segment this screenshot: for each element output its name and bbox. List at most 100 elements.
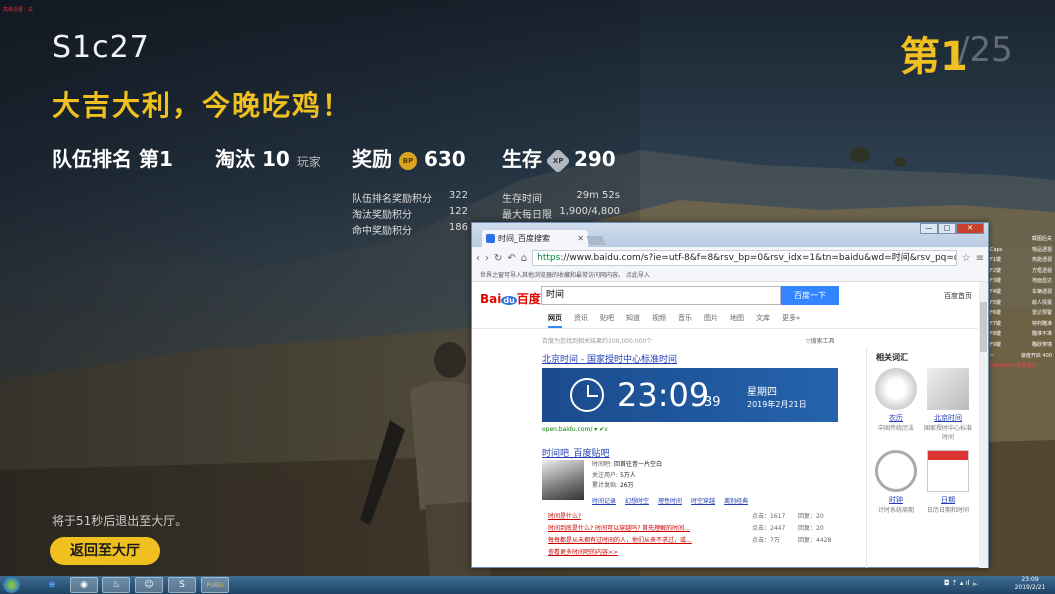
lunar-calendar-icon [875,368,917,410]
tab-web[interactable]: 网页 [548,313,562,328]
clock-time: 23:09 [617,376,710,414]
new-tab-button[interactable] [586,236,606,245]
browser-tab[interactable]: 时间_百度搜索 ✕ [482,230,588,247]
related-name: 农历 [889,414,903,422]
bookmark-star-icon[interactable]: ☆ [962,253,971,264]
xp-value: 290 [573,147,616,171]
match-id: S1c27 [52,30,150,65]
hotkey-key: Caps [990,246,1003,253]
system-tray[interactable]: ◘ ⇡ ▴ ıl 🔈 [944,579,980,587]
tab-music[interactable]: 音乐 [678,313,692,328]
tab-wenku[interactable]: 文库 [756,313,770,328]
reload-icon[interactable]: ↻ [494,253,502,264]
related-item[interactable]: 日期 日历日期和时间 [924,450,972,514]
kills-unit: 玩家 [296,155,321,169]
url-scheme: https [537,253,561,263]
hotkey-desc: 地面显达 [1031,278,1052,285]
scrollbar-thumb[interactable] [980,302,987,352]
tieba-sublink[interactable]: 时间记录 [592,496,616,505]
baidu-favicon-icon [486,234,495,243]
taskbar-clock[interactable]: 23:09 2019/2/21 [1012,576,1048,592]
minimize-button[interactable]: — [920,223,938,234]
hotkey-desc: 速度开启 400 [1020,352,1052,359]
related-desc: 日历日期和时间 [926,507,969,514]
thread-link[interactable]: 时间到底是什么? 时间可以穿越吗? 首先理解的时间... [548,523,752,535]
logo-paw-icon: du [501,296,517,305]
tieba-sublink[interactable]: 理性时间 [658,496,682,505]
hotkey-desc: 瞄跃穿墙 [1031,341,1052,348]
hotkey-row: F5键 敌人情报 [990,298,1052,309]
hotkey-row: F7键 特判瞄准 [990,319,1052,330]
close-button[interactable]: ✕ [956,223,984,234]
breakdown-label: 最大每日限制 [502,210,552,236]
hotkey-row: ~ 速度开启 400 [990,351,1052,362]
thread-link[interactable]: 每每都是从未拥有过时间的人，他们从来不求过，或... [548,535,752,547]
reward-label: 奖励 [352,147,392,171]
more-threads-link[interactable]: 查看更多时间吧的内容>> [548,547,838,559]
thread-row: 时间是什么? 点击：1617 回复：20 [548,511,838,523]
tab-zhidao[interactable]: 知道 [626,313,640,328]
tab-more[interactable]: 更多» [782,313,800,328]
start-button-icon[interactable] [3,577,20,593]
bp-coin-icon: BP [398,151,417,170]
maximize-button[interactable]: □ [938,223,956,234]
search-tools-button[interactable]: ▽搜索工具 [806,336,835,345]
undo-icon[interactable]: ↶ [507,253,515,264]
tab-tieba[interactable]: 贴吧 [600,313,614,328]
xp-badge-text: XP [552,156,564,165]
address-bar[interactable]: https://www.baidu.com/s?ie=utf-8&f=8&rsv… [532,250,957,266]
url-path: ://www.baidu.com/s?ie=utf-8&f=8&rsv_bp=0… [560,253,957,263]
kills-label: 淘汰 [215,147,255,171]
tab-images[interactable]: 图片 [704,313,718,328]
meta-key: 关注用户: [592,471,619,479]
breakdown-value: 29m 52s [576,190,620,201]
tab-close-icon[interactable]: ✕ [577,230,584,247]
result-beijing-time-link[interactable]: 北京时间 - 国家授时中心标准时间 [542,352,677,365]
breakdown-value: 122 [448,206,468,217]
tab-news[interactable]: 资讯 [574,313,588,328]
character-app-icon[interactable]: ☺ [135,577,163,593]
back-icon[interactable]: ‹ [476,253,480,264]
related-item[interactable]: 农历 中国传统历法 [872,368,920,432]
tab-map[interactable]: 地图 [730,313,744,328]
tab-video[interactable]: 视频 [652,313,666,328]
kills-value: 10 [261,147,290,171]
tieba-sublink[interactable]: 幻想时空 [625,496,649,505]
related-name: 日期 [941,496,955,504]
hotkey-key: F7键 [990,320,1002,327]
related-item[interactable]: 时钟 计时系统周期 [872,450,920,514]
pubg-icon[interactable]: PUBG [201,577,229,593]
clock-face-icon [875,450,917,492]
tieba-thumbnail[interactable] [542,460,584,500]
import-infobar[interactable]: 世界之窗可导入其他浏览器的收藏和最常访问网内容。 点此导入 [472,269,988,282]
hotkey-warning: (Ctrl+End 安全退出) [990,363,1039,370]
return-to-lobby-button[interactable]: 返回至大厅 [50,537,160,565]
browser-taskbar-icon[interactable]: ◉ [70,577,98,593]
search-tabs: 网页 资讯 贴吧 知道 视频 音乐 图片 地图 文库 更多» [548,313,800,328]
menu-icon[interactable]: ≡ [976,253,984,264]
hotkey-row: F3键 地面显达 [990,276,1052,287]
related-item[interactable]: 北京时间 国家授时中心标准时间 [924,368,972,441]
steam-icon[interactable]: ♨ [102,577,130,593]
thread-replies: 回复：4428 [798,537,832,544]
forward-icon[interactable]: › [485,253,489,264]
team-rank-label: 队伍排名 [52,147,132,171]
logo-cn: 百度 [516,292,541,306]
result-url[interactable]: open.baidu.com/ ▾ ✔v [542,426,608,433]
home-icon[interactable]: ⌂ [521,253,527,264]
search-button[interactable]: 百度一下 [781,286,839,305]
thread-link[interactable]: 时间是什么? [548,511,752,523]
page-scrollbar[interactable] [979,282,988,568]
search-input[interactable]: 时间 [541,286,781,305]
browser-window[interactable]: 时间_百度搜索 ✕ — □ ✕ ‹ › ↻ ↶ ⌂ https://www.ba… [471,222,989,568]
result-tieba-link[interactable]: 时间吧_百度贴吧 [542,446,610,459]
hotkey-row: F8键 瞄准不准 [990,329,1052,340]
baidu-logo[interactable]: Bai du 百度 [480,290,541,307]
baidu-home-link[interactable]: 百度首页 [944,291,972,301]
tieba-sublink[interactable]: 时空穿越 [691,496,715,505]
tieba-sublinks: 时间记录 幻想时空 理性时间 时空穿越 离别经典 [592,496,748,505]
hotkey-key: F6键 [990,310,1002,317]
skype-icon[interactable]: S [168,577,196,593]
tieba-sublink[interactable]: 离别经典 [724,496,748,505]
ie-icon[interactable]: e [38,577,66,593]
